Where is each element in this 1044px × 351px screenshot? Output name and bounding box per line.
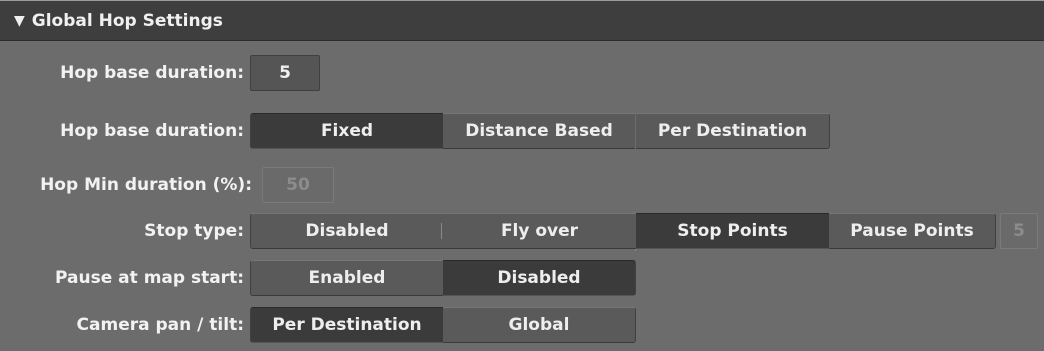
option-per-destination[interactable]: Per Destination xyxy=(250,307,443,343)
option-global[interactable]: Global xyxy=(443,307,636,343)
section-header[interactable]: ▼ Global Hop Settings xyxy=(0,1,1044,41)
hop-min-duration-label: Hop Min duration (%): xyxy=(40,175,252,195)
option-pause-points[interactable]: Pause Points xyxy=(829,213,996,249)
collapse-triangle-icon[interactable]: ▼ xyxy=(14,13,25,29)
pause-at-map-start-label: Pause at map start: xyxy=(55,268,244,288)
option-fixed[interactable]: Fixed xyxy=(250,113,443,149)
global-hop-settings-panel: ▼ Global Hop Settings Hop base duration:… xyxy=(0,0,1044,351)
option-disabled[interactable]: Disabled xyxy=(250,213,443,249)
option-per-destination[interactable]: Per Destination xyxy=(636,113,830,149)
option-fly-over[interactable]: Fly over xyxy=(443,213,636,249)
section-title: Global Hop Settings xyxy=(31,10,223,31)
option-disabled[interactable]: Disabled xyxy=(443,260,636,296)
option-stop-points[interactable]: Stop Points xyxy=(636,213,829,249)
hop-base-duration-input[interactable]: 5 xyxy=(250,55,320,91)
segment-divider xyxy=(441,223,442,239)
stop-type-label: Stop type: xyxy=(144,221,244,241)
pause-points-count-input: 5 xyxy=(1000,213,1038,249)
option-enabled[interactable]: Enabled xyxy=(250,260,443,296)
hop-base-duration-label: Hop base duration: xyxy=(60,63,244,83)
hop-min-duration-input: 50 xyxy=(262,167,334,203)
option-distance-based[interactable]: Distance Based xyxy=(443,113,635,149)
camera-pan-tilt-label: Camera pan / tilt: xyxy=(76,315,244,335)
hop-base-duration-mode-label: Hop base duration: xyxy=(60,121,244,141)
